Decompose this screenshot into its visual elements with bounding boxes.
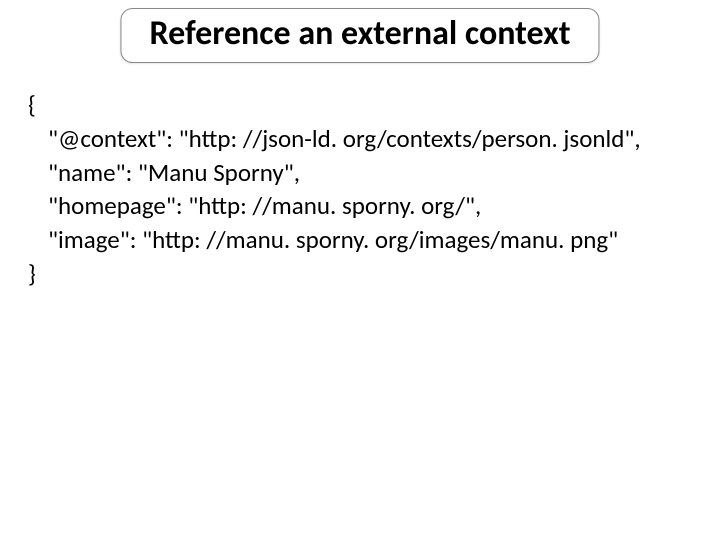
title-box: Reference an external context <box>120 8 599 63</box>
code-block: { "@context": "http: //json-ld. org/cont… <box>28 88 641 291</box>
code-open-brace: { <box>28 88 641 122</box>
slide-title: Reference an external context <box>149 13 570 54</box>
code-line-homepage: "homepage": "http: //manu. sporny. org/"… <box>28 189 641 223</box>
code-close-brace: } <box>28 257 641 291</box>
code-line-context: "@context": "http: //json-ld. org/contex… <box>28 122 641 156</box>
code-line-image: "image": "http: //manu. sporny. org/imag… <box>28 223 641 257</box>
code-line-name: "name": "Manu Sporny", <box>28 156 641 190</box>
